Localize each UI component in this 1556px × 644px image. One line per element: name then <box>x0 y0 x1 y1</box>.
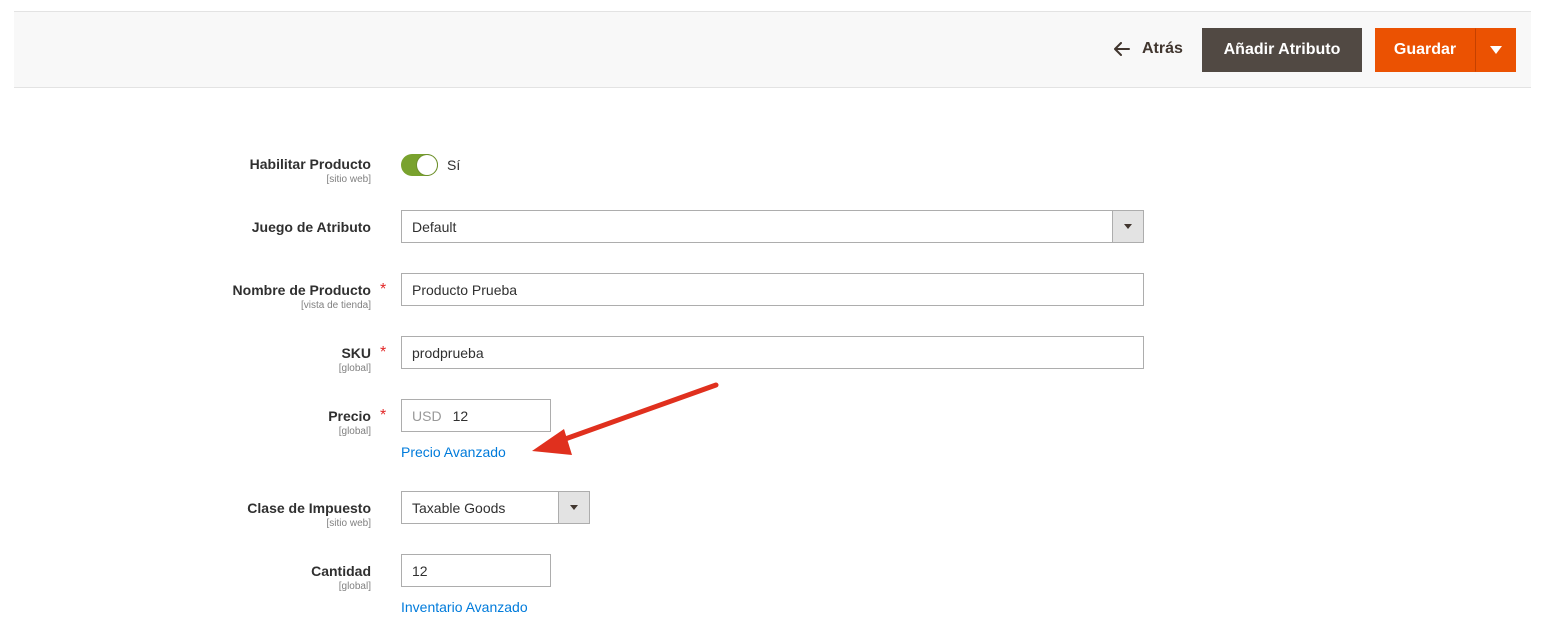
enable-product-scope: [sitio web] <box>326 174 371 185</box>
page-actions-bar: Atrás Añadir Atributo Guardar <box>14 11 1531 88</box>
product-name-scope: [vista de tienda] <box>300 300 371 311</box>
required-marker: * <box>380 407 387 424</box>
field-label-wrap: Cantidad [global] <box>150 562 371 594</box>
tax-class-scope: [sitio web] <box>326 518 371 529</box>
add-attribute-button[interactable]: Añadir Atributo <box>1202 28 1362 72</box>
attribute-set-select[interactable]: Default <box>401 210 1144 243</box>
tax-class-select[interactable]: Taxable Goods <box>401 491 590 524</box>
field-label-wrap: Precio [global] <box>150 407 371 439</box>
required-marker: * <box>380 281 387 298</box>
attribute-set-label: Juego de Atributo <box>251 219 371 235</box>
tax-class-dropdown-button[interactable] <box>558 492 589 523</box>
field-label-wrap: SKU [global] <box>150 344 371 376</box>
sku-scope: [global] <box>338 363 371 374</box>
quantity-label: Cantidad <box>311 563 371 579</box>
tax-class-value: Taxable Goods <box>412 499 506 516</box>
triangle-down-icon <box>1489 46 1502 54</box>
red-arrow-annotation <box>532 382 719 455</box>
quantity-input[interactable]: 12 <box>401 554 551 587</box>
enable-product-value: Sí <box>447 157 461 173</box>
advanced-inventory-link[interactable]: Inventario Avanzado <box>401 599 528 615</box>
price-value: 12 <box>452 407 469 424</box>
currency-addon: USD <box>412 407 442 424</box>
required-marker: * <box>380 344 387 361</box>
save-button-group: Guardar <box>1375 28 1516 72</box>
toggle-knob <box>417 155 437 175</box>
triangle-down-icon <box>570 505 578 510</box>
sku-input[interactable]: prodprueba <box>401 336 1144 369</box>
quantity-scope: [global] <box>338 581 371 592</box>
field-label-wrap: Clase de Impuesto [sitio web] <box>150 499 371 531</box>
enable-product-toggle[interactable] <box>401 154 438 176</box>
attribute-set-value: Default <box>412 218 457 235</box>
field-label-wrap: Nombre de Producto [vista de tienda] <box>150 281 371 313</box>
back-button[interactable]: Atrás <box>1100 34 1197 64</box>
product-name-label: Nombre de Producto <box>232 282 371 298</box>
advanced-pricing-link[interactable]: Precio Avanzado <box>401 444 506 460</box>
field-label-wrap: Habilitar Producto [sitio web] <box>150 155 371 187</box>
enable-product-label: Habilitar Producto <box>249 156 371 172</box>
back-button-label: Atrás <box>1142 40 1183 57</box>
price-label: Precio <box>328 408 371 424</box>
price-scope: [global] <box>338 426 371 437</box>
arrow-left-icon <box>1114 42 1130 56</box>
save-button[interactable]: Guardar <box>1375 28 1475 72</box>
tax-class-label: Clase de Impuesto <box>247 500 371 516</box>
attribute-set-dropdown-button[interactable] <box>1112 211 1143 242</box>
save-options-toggle[interactable] <box>1475 28 1516 72</box>
sku-label: SKU <box>341 345 371 361</box>
product-name-input[interactable]: Producto Prueba <box>401 273 1144 306</box>
triangle-down-icon <box>1124 224 1132 229</box>
field-label-wrap: Juego de Atributo <box>150 218 371 236</box>
